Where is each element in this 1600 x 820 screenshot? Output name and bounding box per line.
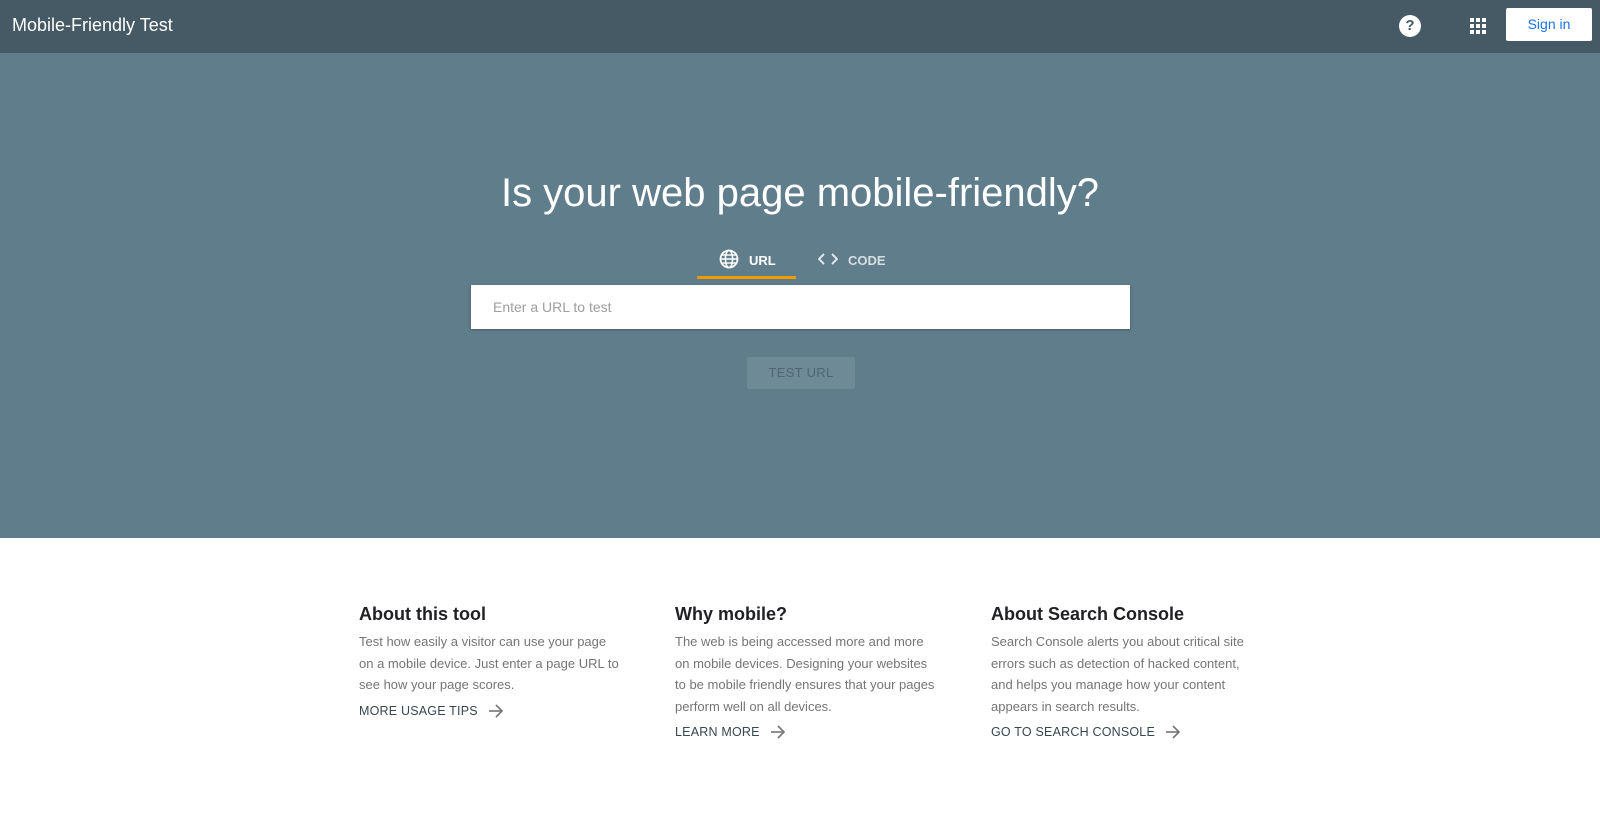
info-title: About Search Console [991, 604, 1185, 624]
help-icon[interactable]: ? [1399, 15, 1421, 37]
learn-more-link[interactable]: LEARN MORE [675, 723, 935, 741]
app-title[interactable]: Mobile-Friendly Test [12, 14, 173, 36]
hero-section: Is your web page mobile-friendly? URL CO… [0, 53, 1600, 538]
input-mode-tabs: URL CODE [697, 242, 908, 279]
sign-in-button[interactable]: Sign in [1506, 8, 1592, 41]
info-title: About this tool [359, 604, 486, 624]
info-body: The web is being accessed more and more … [675, 634, 935, 714]
info-body: Search Console alerts you about critical… [991, 634, 1244, 714]
info-title: Why mobile? [675, 604, 787, 624]
link-label: GO TO SEARCH CONSOLE [991, 725, 1155, 739]
top-app-bar: Mobile-Friendly Test ? Sign in [0, 0, 1600, 53]
info-body: Test how easily a visitor can use your p… [359, 634, 619, 692]
url-input[interactable] [471, 285, 1130, 329]
tab-url[interactable]: URL [697, 242, 796, 279]
info-column-search-console: About Search Console Search Console aler… [991, 603, 1251, 741]
test-url-button[interactable]: TEST URL [747, 357, 855, 389]
go-to-search-console-link[interactable]: GO TO SEARCH CONSOLE [991, 723, 1251, 741]
info-column-about-tool: About this tool Test how easily a visito… [359, 603, 619, 720]
tab-code-label: CODE [848, 252, 886, 268]
arrow-right-icon [1166, 725, 1181, 739]
globe-icon [719, 249, 749, 272]
more-usage-tips-link[interactable]: MORE USAGE TIPS [359, 702, 619, 720]
arrow-right-icon [488, 703, 503, 718]
arrow-right-icon [770, 725, 785, 739]
info-column-why-mobile: Why mobile? The web is being accessed mo… [675, 603, 935, 741]
tab-url-label: URL [749, 252, 776, 268]
link-label: MORE USAGE TIPS [359, 703, 478, 718]
code-icon [817, 252, 848, 269]
apps-grid-icon[interactable] [1468, 16, 1488, 36]
page-heading: Is your web page mobile-friendly? [500, 171, 1100, 215]
link-label: LEARN MORE [675, 725, 760, 739]
tab-code[interactable]: CODE [796, 242, 908, 278]
